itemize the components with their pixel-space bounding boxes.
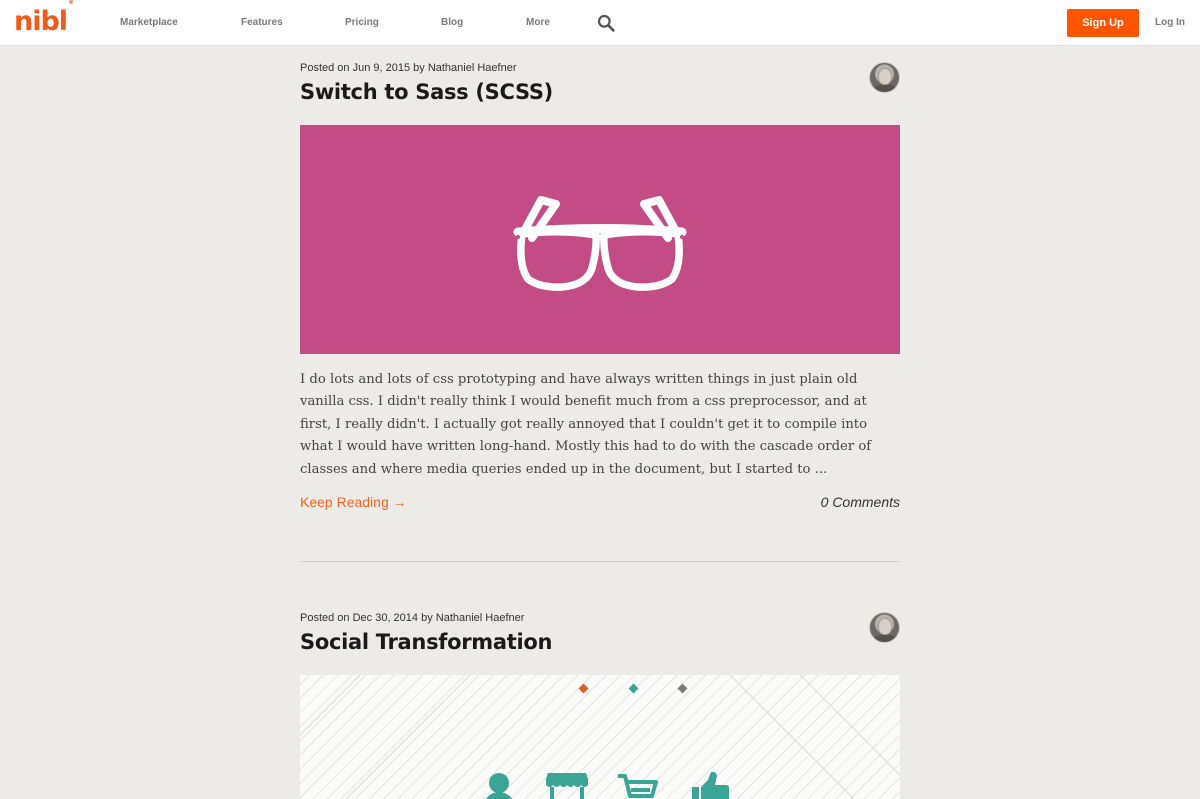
author-avatar[interactable]	[869, 62, 900, 93]
sign-up-button[interactable]: Sign Up	[1067, 9, 1139, 37]
hero-pattern-graphic	[300, 675, 900, 799]
blog-post: Posted on Dec 30, 2014 by Nathaniel Haef…	[300, 612, 900, 799]
post-divider	[300, 561, 900, 562]
nav-blog[interactable]: Blog	[441, 17, 463, 28]
nibl-logo[interactable]: nibl®	[14, 0, 74, 37]
avatar-body	[873, 84, 897, 92]
post-meta: Posted on Jun 9, 2015 by Nathaniel Haefn…	[300, 62, 517, 74]
nav-features[interactable]: Features	[241, 17, 283, 28]
orange-diamond-icon	[578, 683, 589, 694]
person-icon	[486, 773, 512, 799]
avatar-body	[873, 634, 897, 642]
avatar-face	[878, 618, 892, 635]
avatar-face	[878, 68, 892, 85]
nav-more[interactable]: More	[526, 17, 550, 28]
nav-marketplace[interactable]: Marketplace	[120, 17, 178, 28]
nav-pricing[interactable]: Pricing	[345, 17, 379, 28]
teal-diamond-icon	[628, 683, 639, 694]
post-title[interactable]: Switch to Sass (SCSS)	[300, 80, 900, 104]
shopping-cart-icon	[618, 774, 658, 798]
thumbs-up-icon	[692, 771, 729, 799]
blog-post: Posted on Jun 9, 2015 by Nathaniel Haefn…	[300, 62, 900, 512]
author-avatar[interactable]	[869, 612, 900, 643]
storefront-icon	[546, 773, 588, 799]
post-excerpt: I do lots and lots of css prototyping an…	[300, 372, 872, 477]
keep-reading-link[interactable]: Keep Reading →	[300, 494, 407, 510]
post-meta: Posted on Dec 30, 2014 by Nathaniel Haef…	[300, 612, 525, 624]
log-in-link[interactable]: Log In	[1155, 17, 1185, 28]
post-hero-image[interactable]	[300, 125, 900, 354]
comments-link[interactable]: 0 Comments	[821, 494, 900, 510]
top-navigation-bar: nibl® Marketplace Features Pricing Blog …	[0, 0, 1200, 46]
post-title[interactable]: Social Transformation	[300, 630, 900, 654]
post-hero-image[interactable]	[300, 675, 900, 799]
glasses-icon	[513, 196, 687, 291]
search-icon[interactable]	[597, 14, 615, 32]
logo-registered-mark: ®	[68, 0, 74, 6]
logo-text: nibl	[14, 6, 68, 37]
gray-diamond-icon	[677, 683, 688, 694]
